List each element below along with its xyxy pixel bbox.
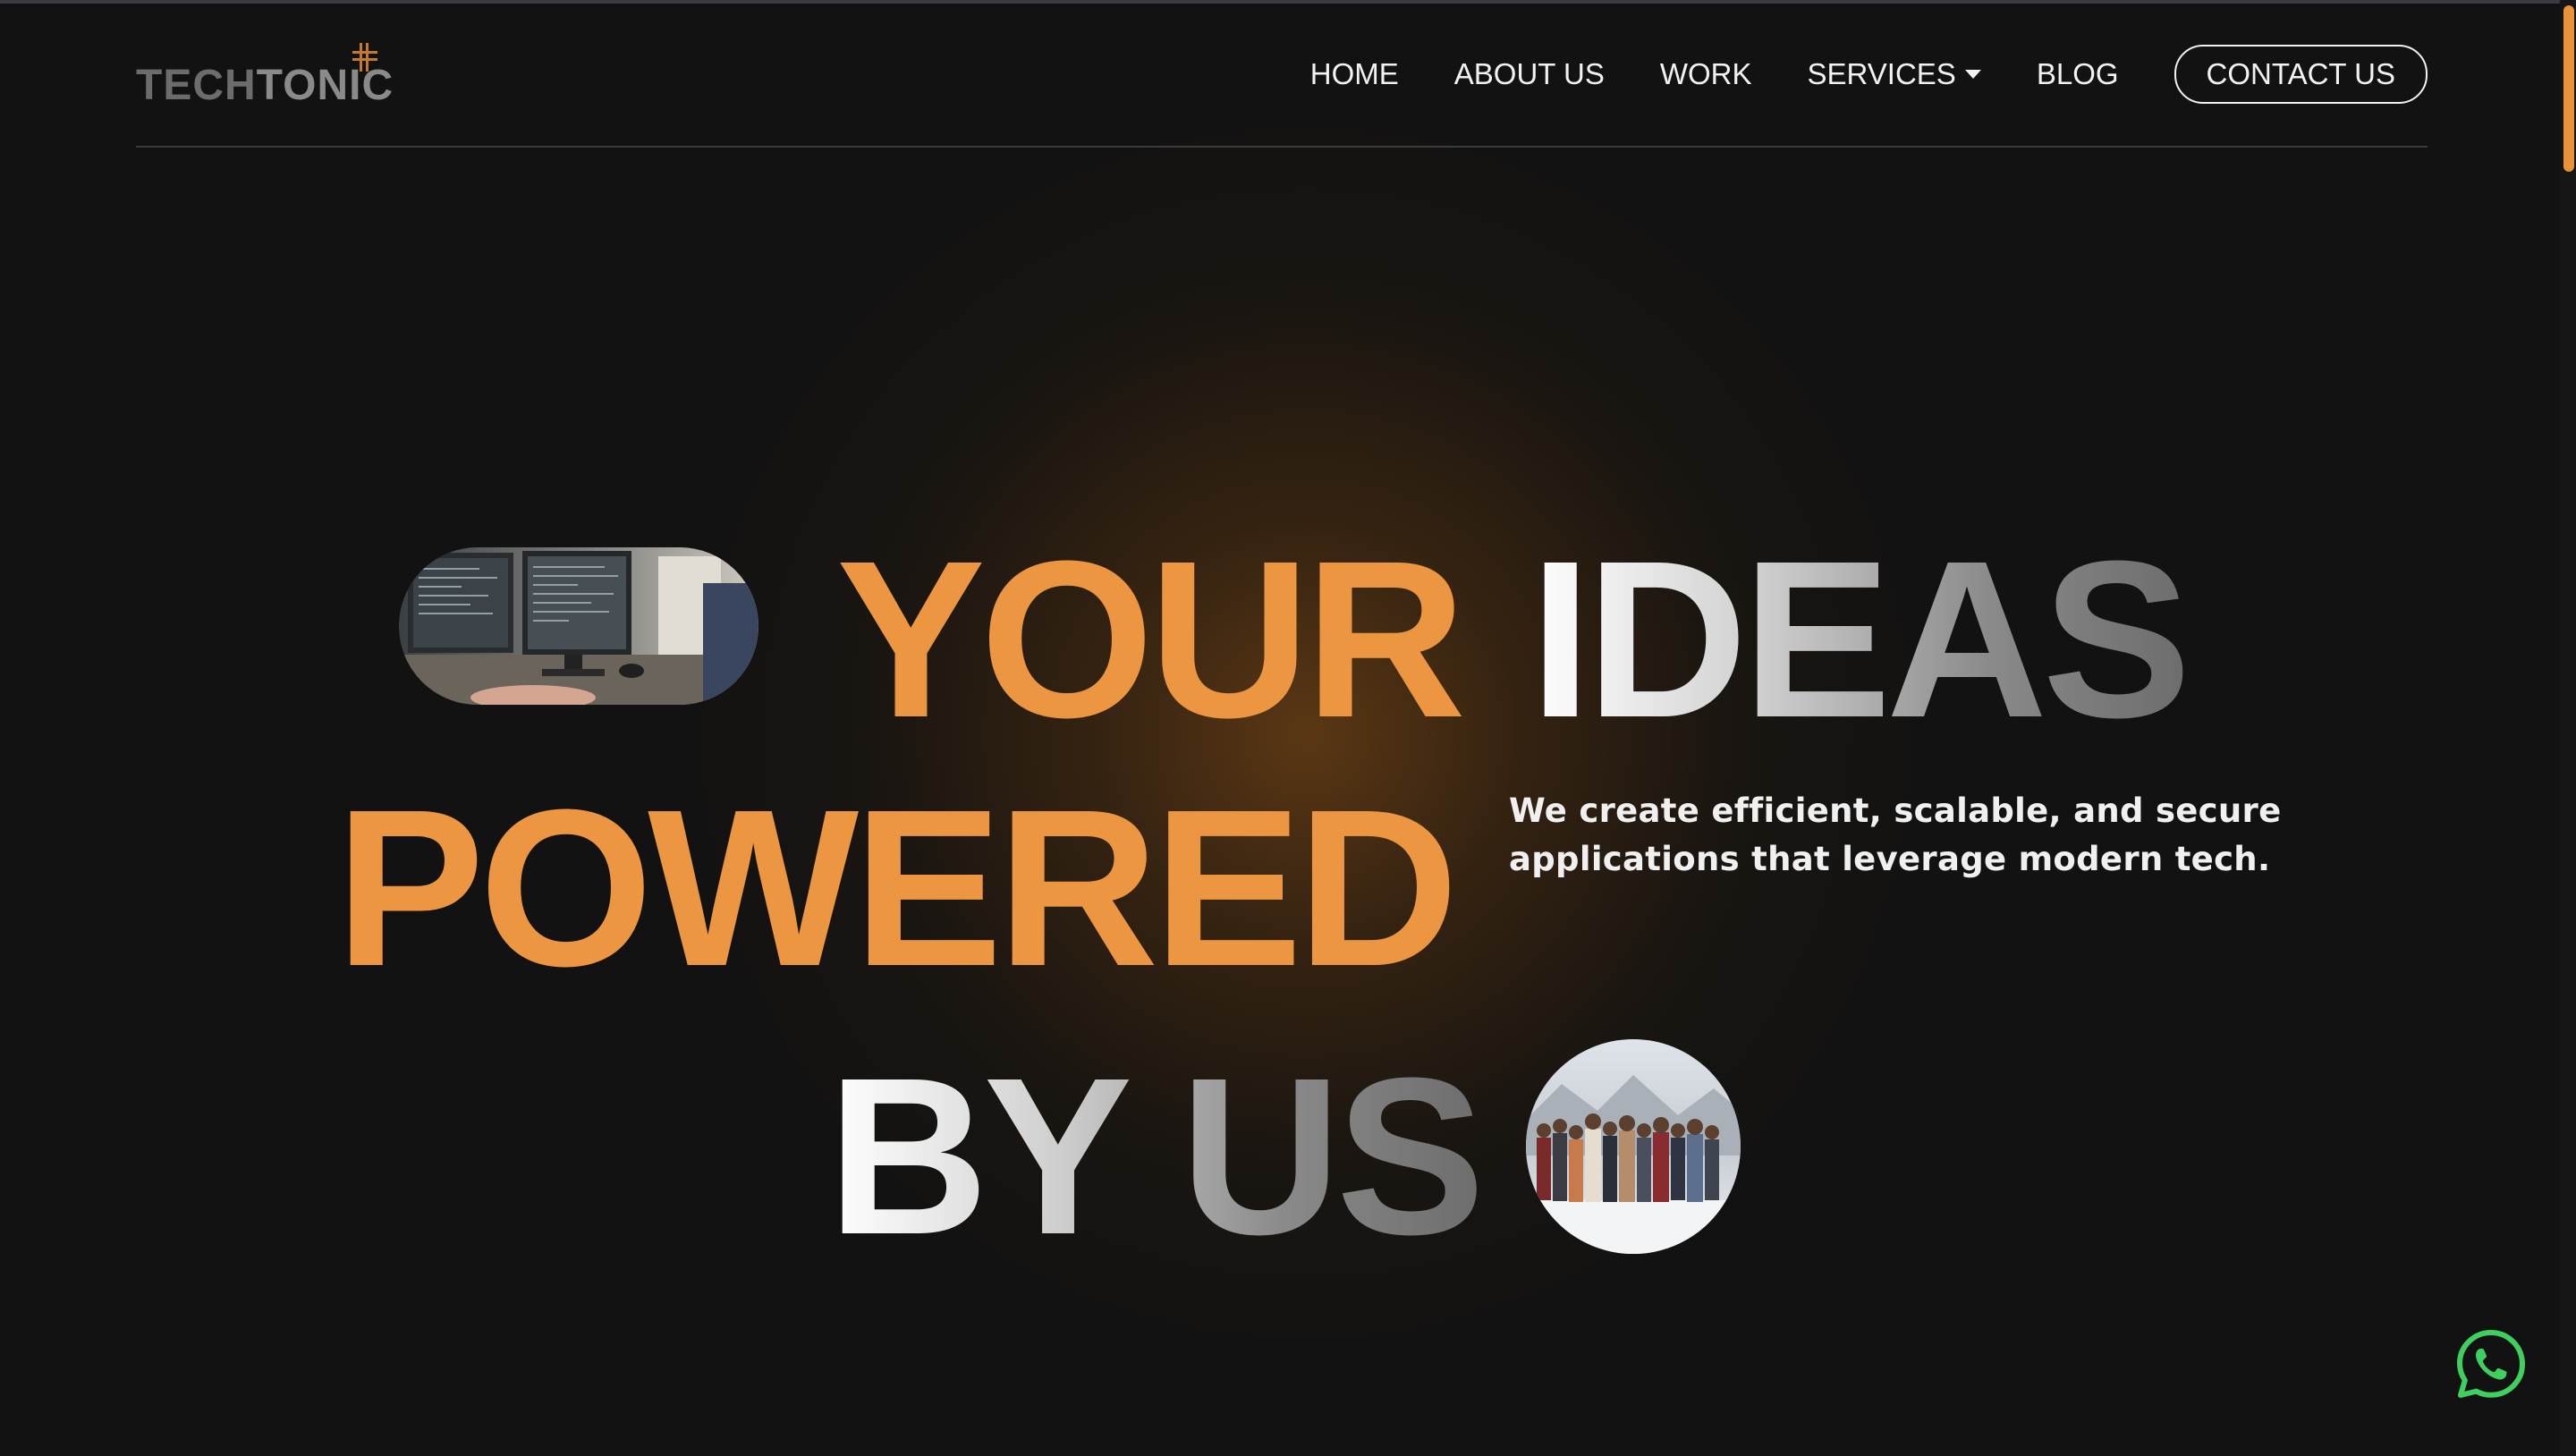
hero-word-powered: POWERED [335,763,1459,1012]
caret-down-icon [1964,70,1981,79]
nav-services-label: SERVICES [1807,57,1956,90]
nav-home[interactable]: HOME [1310,57,1399,91]
nav-about-us[interactable]: ABOUT US [1454,57,1605,91]
nav-about-us-label: ABOUT US [1453,57,1605,90]
hero-word-ideas: IDEAS [1530,514,2191,764]
page-scrollbar-thumb[interactable] [2563,5,2574,172]
whatsapp-icon[interactable] [2454,1327,2528,1401]
nav-blog-label: BLOG [2036,57,2119,90]
site-header: TECHTONIC HOME ABOUT US WORK SERVICES BL… [136,0,2428,148]
circuit-cross-icon [352,43,377,72]
team-group-illustration [1526,1039,1741,1254]
hero-word-by-us: BY US [827,1031,1486,1281]
nav-services[interactable]: SERVICES [1808,57,1981,91]
contact-us-label: CONTACT US [2206,57,2395,90]
techtonic-logo[interactable]: TECHTONIC [136,39,404,111]
main-nav: HOME ABOUT US WORK SERVICES BLOG CONTACT… [1255,45,2428,104]
nav-blog[interactable]: BLOG [2037,57,2119,91]
hero-tagline: We create efficient, scalable, and secur… [1509,791,2282,878]
team-group-snow-photo [1526,1039,1741,1254]
office-workstation-photo [399,547,758,705]
page-scrollbar[interactable] [2560,0,2576,1456]
office-workstation-illustration [399,547,758,705]
nav-work[interactable]: WORK [1660,57,1752,91]
contact-us-button[interactable]: CONTACT US [2174,45,2428,104]
hero-word-your: YOUR [836,514,1466,764]
nav-work-label: WORK [1659,57,1752,90]
page: TECHTONIC HOME ABOUT US WORK SERVICES BL… [0,0,2576,1456]
logo-text-tech: TECH [136,62,257,109]
nav-home-label: HOME [1309,57,1399,90]
